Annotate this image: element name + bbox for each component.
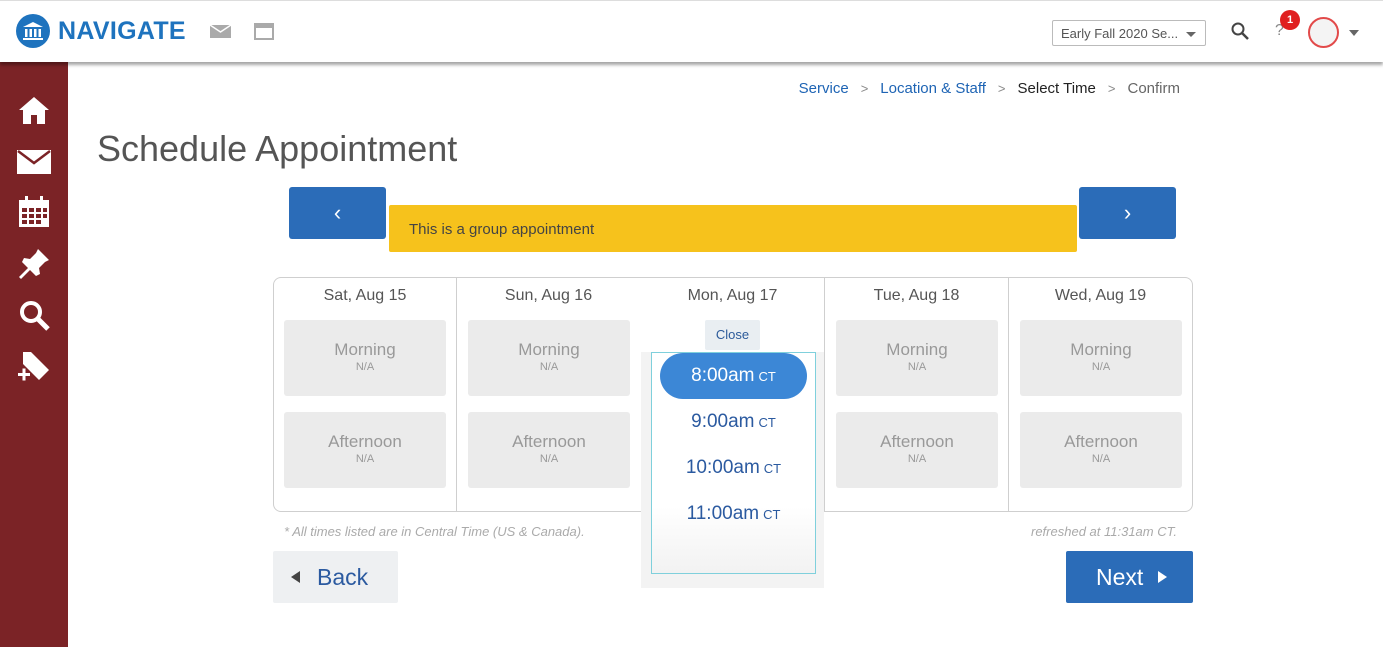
- slot-title: Afternoon: [512, 432, 586, 451]
- sidebar: [0, 62, 68, 647]
- chevron-left-icon: ‹: [333, 200, 342, 225]
- day-label: Wed, Aug 19: [1054, 287, 1147, 304]
- time-option[interactable]: 10:00am CT: [660, 445, 807, 491]
- morning-slot: Morning N/A: [468, 320, 630, 396]
- breadcrumb-select-time: Select Time: [1017, 80, 1096, 97]
- slot-title: Afternoon: [880, 432, 954, 451]
- morning-slot: Morning N/A: [1020, 320, 1182, 396]
- breadcrumb-separator: >: [1107, 81, 1116, 96]
- mail-icon[interactable]: [14, 142, 54, 182]
- slot-title: Afternoon: [328, 432, 402, 451]
- time-option[interactable]: 9:00am CT: [660, 399, 807, 445]
- slot-status: N/A: [907, 453, 927, 465]
- day-column: Tue, Aug 18 Morning N/A Afternoon N/A: [824, 278, 1008, 511]
- refreshed-note: refreshed at 11:31am CT.: [1031, 524, 1177, 539]
- calendar-icon[interactable]: [14, 192, 54, 232]
- page-title: Schedule Appointment: [97, 128, 458, 169]
- breadcrumb-location-staff[interactable]: Location & Staff: [880, 80, 986, 97]
- morning-slot: Morning N/A: [836, 320, 998, 396]
- search-icon[interactable]: [14, 295, 54, 335]
- group-appointment-banner: This is a group appointment: [389, 205, 1077, 252]
- previous-week-button[interactable]: ‹: [289, 187, 386, 239]
- slot-title: Morning: [886, 340, 948, 359]
- navigate-logo[interactable]: NAVIGATE: [16, 14, 186, 48]
- day-label: Mon, Aug 17: [641, 278, 824, 311]
- chevron-right-icon: ›: [1123, 200, 1132, 225]
- timezone-label: CT: [758, 369, 776, 384]
- time-label: 10:00am: [685, 457, 760, 478]
- chevron-down-icon[interactable]: [1349, 30, 1359, 36]
- slot-title: Afternoon: [1064, 432, 1138, 451]
- slot-status: N/A: [907, 361, 927, 373]
- breadcrumb-confirm: Confirm: [1127, 80, 1180, 97]
- day-column: Sat, Aug 15 Morning N/A Afternoon N/A: [273, 278, 457, 511]
- slot-status: N/A: [355, 361, 375, 373]
- day-column: Sun, Aug 16 Morning N/A Afternoon N/A: [456, 278, 640, 511]
- day-label: Sat, Aug 15: [323, 287, 407, 304]
- arrow-left-icon: [291, 571, 300, 583]
- day-label: Tue, Aug 18: [873, 287, 960, 304]
- mail-icon[interactable]: [209, 24, 232, 43]
- search-icon[interactable]: [1231, 22, 1249, 45]
- day-column: Wed, Aug 19 Morning N/A Afternoon N/A: [1008, 278, 1192, 511]
- next-label: Next: [1096, 563, 1144, 590]
- term-select[interactable]: Early Fall 2020 Se...: [1052, 20, 1206, 46]
- slot-status: N/A: [1091, 361, 1111, 373]
- breadcrumb: Service > Location & Staff > Select Time…: [799, 80, 1180, 97]
- slot-title: Morning: [518, 340, 580, 359]
- arrow-right-icon: [1158, 571, 1168, 583]
- expanded-day-column: Mon, Aug 17 Close 8:00am CT 9:00am CT 10:0…: [641, 278, 824, 588]
- add-tag-icon[interactable]: [14, 347, 54, 387]
- slot-status: N/A: [539, 453, 559, 465]
- time-label: 11:00am: [686, 503, 760, 524]
- afternoon-slot: Afternoon N/A: [284, 412, 446, 488]
- notification-badge[interactable]: 1: [1280, 10, 1300, 30]
- back-label: Back: [317, 563, 369, 590]
- window-icon[interactable]: [254, 23, 274, 45]
- next-week-button[interactable]: ›: [1079, 187, 1176, 239]
- time-label: 9:00am: [691, 411, 755, 432]
- breadcrumb-separator: >: [860, 81, 869, 96]
- afternoon-slot: Afternoon N/A: [468, 412, 630, 488]
- term-select-value: Early Fall 2020 Se...: [1061, 26, 1179, 41]
- top-bar: NAVIGATE Early Fall 2020 Se... ? 1: [0, 0, 1383, 62]
- next-button[interactable]: Next: [1066, 551, 1193, 603]
- logo-icon: [16, 14, 50, 48]
- time-option-selected[interactable]: 8:00am CT: [660, 353, 807, 399]
- close-button[interactable]: Close: [705, 320, 760, 350]
- time-list: 8:00am CT 9:00am CT 10:00am CT 11:00am CT: [651, 352, 816, 574]
- morning-slot: Morning N/A: [284, 320, 446, 396]
- afternoon-slot: Afternoon N/A: [836, 412, 998, 488]
- slot-status: N/A: [1091, 453, 1111, 465]
- day-label: Sun, Aug 16: [504, 287, 593, 304]
- timezone-label: CT: [763, 461, 782, 476]
- chevron-down-icon: [1186, 32, 1196, 37]
- slot-status: N/A: [539, 361, 559, 373]
- back-button[interactable]: Back: [273, 551, 398, 603]
- slot-title: Morning: [1070, 340, 1132, 359]
- app-name: NAVIGATE: [58, 16, 186, 45]
- slot-status: N/A: [355, 453, 375, 465]
- breadcrumb-separator: >: [997, 81, 1006, 96]
- pin-icon[interactable]: [14, 244, 54, 284]
- avatar[interactable]: [1308, 17, 1339, 48]
- slot-title: Morning: [334, 340, 396, 359]
- time-label: 8:00am: [691, 365, 755, 386]
- home-icon[interactable]: [14, 90, 54, 130]
- timezone-note: * All times listed are in Central Time (…: [284, 524, 585, 539]
- time-option[interactable]: 11:00am CT: [660, 491, 807, 537]
- timezone-label: CT: [763, 507, 781, 522]
- timezone-label: CT: [758, 415, 776, 430]
- breadcrumb-service[interactable]: Service: [799, 80, 849, 97]
- afternoon-slot: Afternoon N/A: [1020, 412, 1182, 488]
